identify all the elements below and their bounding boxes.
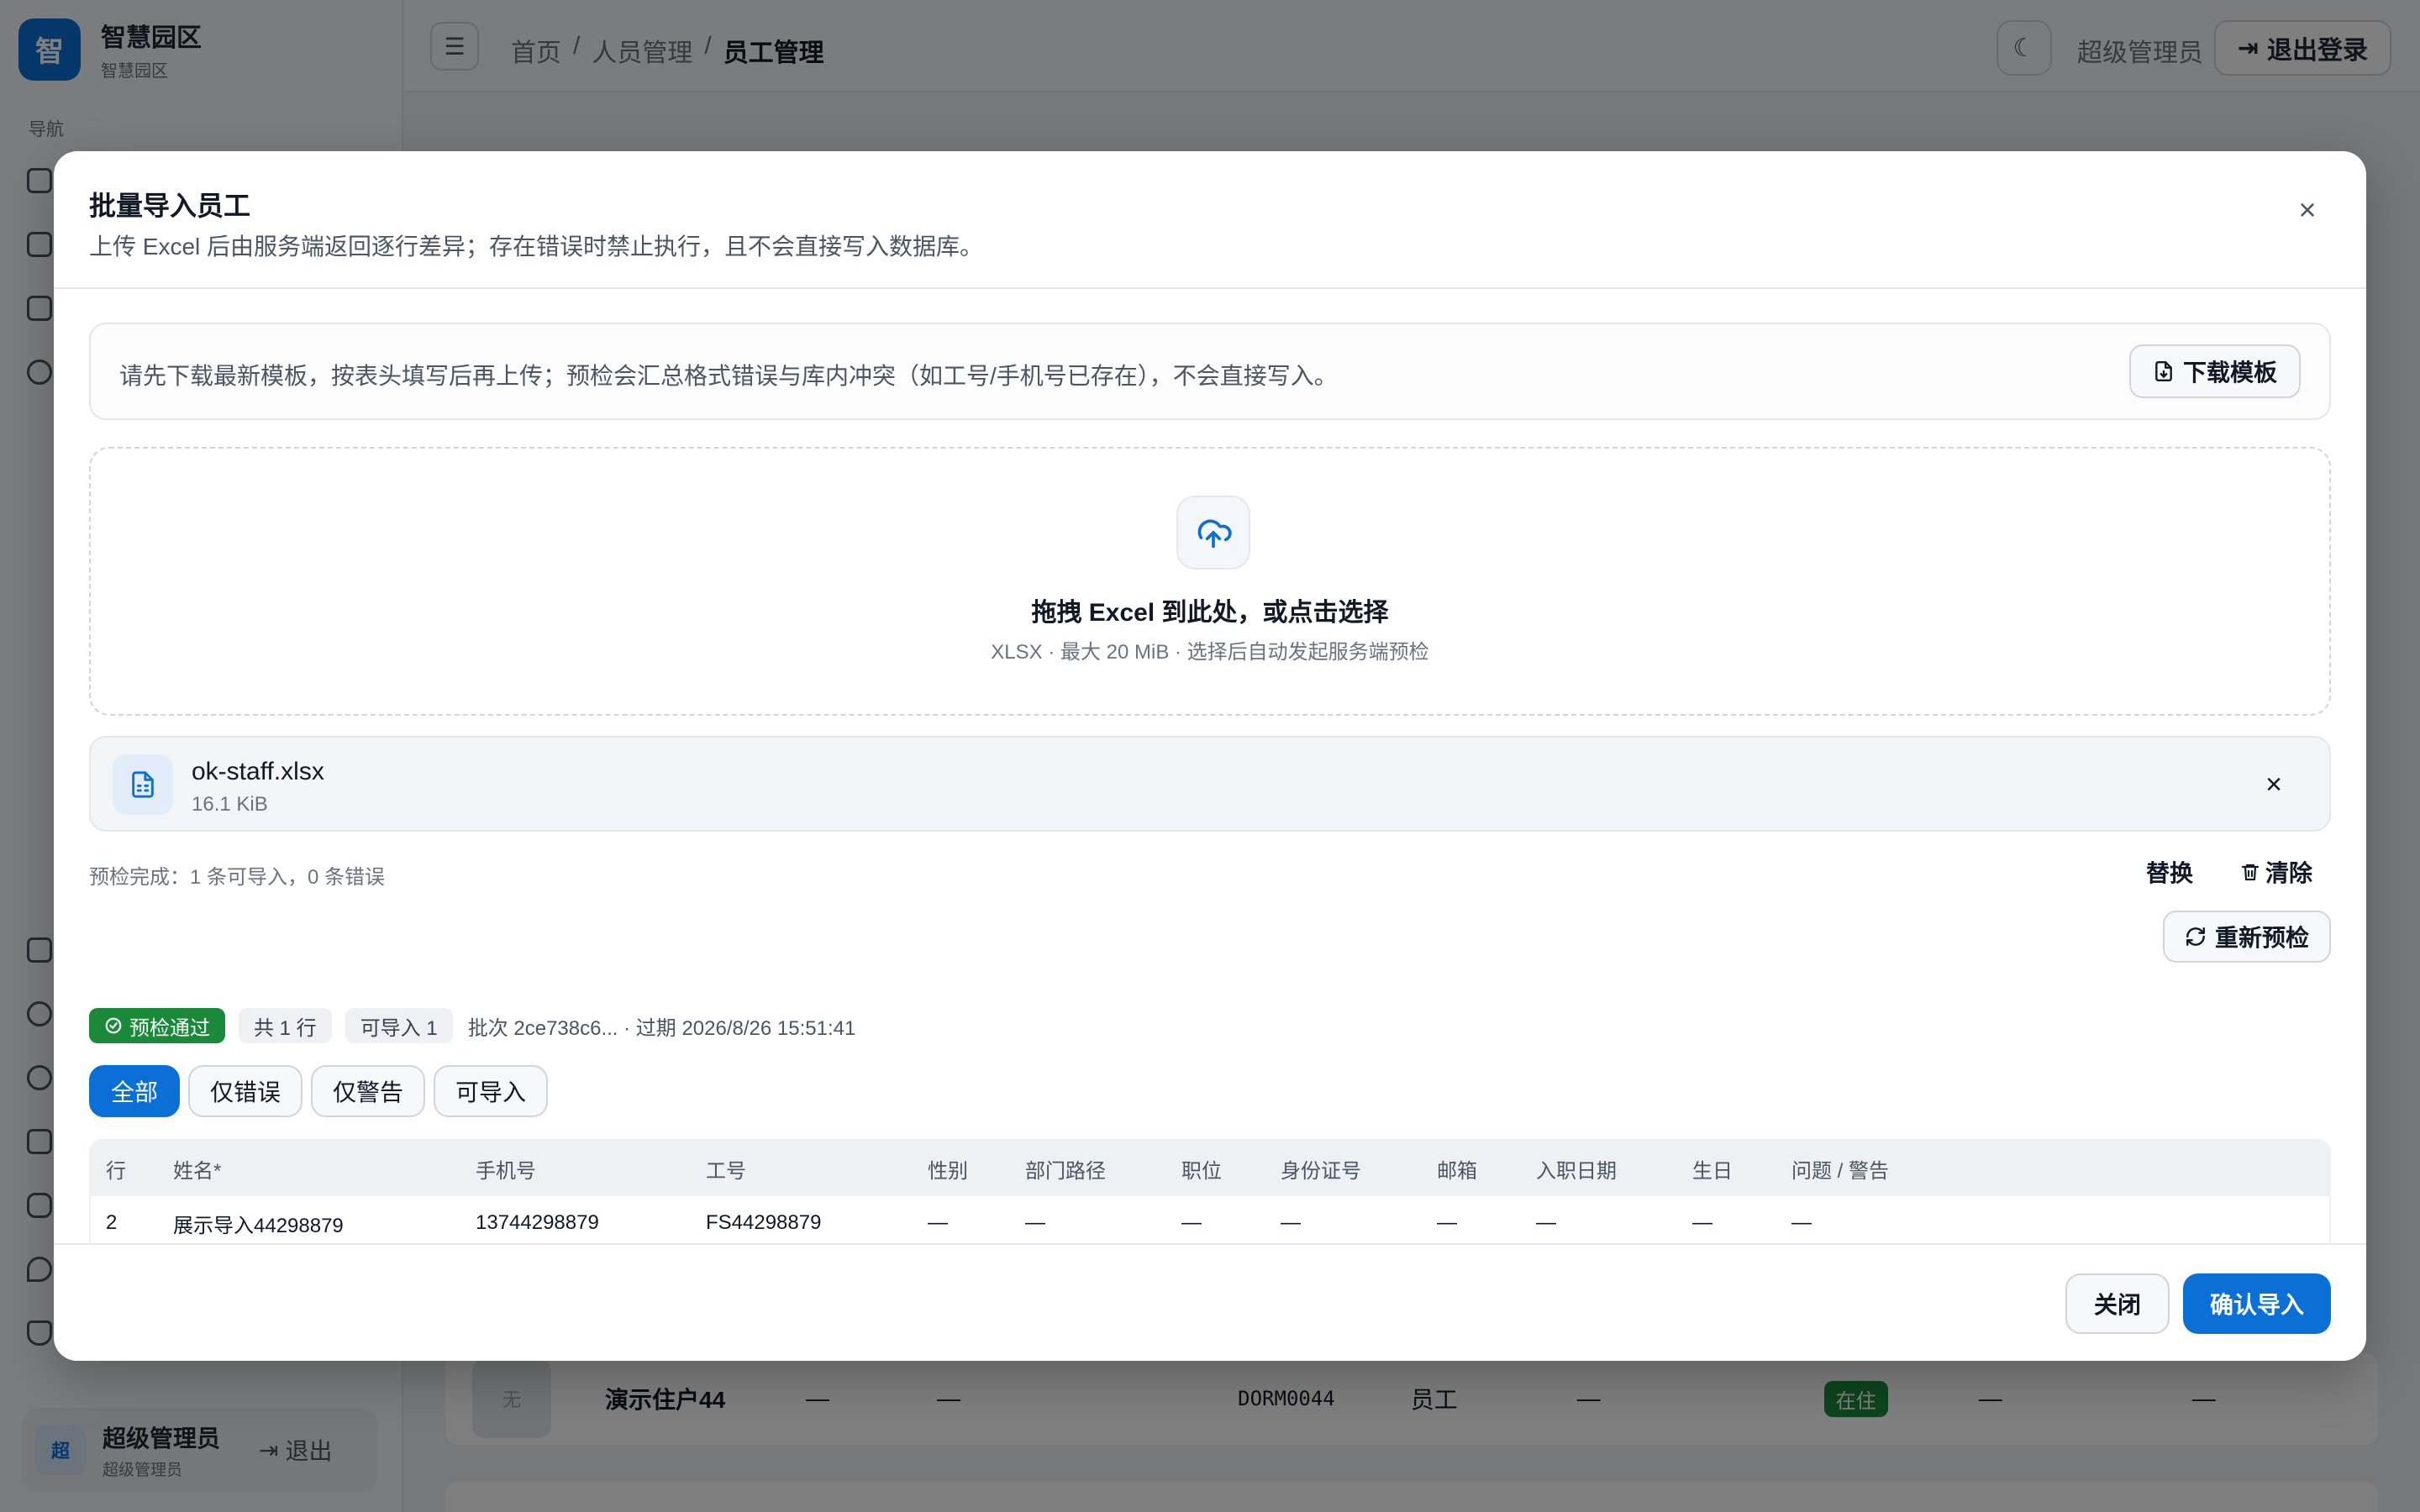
status-pass-label: 预检通过 <box>129 1016 210 1040</box>
cell-phone: 13744298879 <box>476 1211 599 1234</box>
selected-file-card: ok-staff.xlsx 16.1 KiB × <box>89 736 2331 832</box>
cell-id-number: — <box>1281 1211 1301 1234</box>
recheck-button[interactable]: 重新预检 <box>2162 911 2331 963</box>
download-template-button[interactable]: 下载模板 <box>2128 344 2301 398</box>
file-download-icon <box>2155 360 2172 382</box>
dropzone-title: 拖拽 Excel 到此处，或点击选择 <box>1031 599 1389 627</box>
file-dropzone[interactable]: 拖拽 Excel 到此处，或点击选择 XLSX · 最大 20 MiB · 选择… <box>89 447 2331 716</box>
total-rows-chip: 共 1 行 <box>239 1008 332 1043</box>
file-name: ok-staff.xlsx <box>192 758 324 785</box>
dropzone-subtitle: XLSX · 最大 20 MiB · 选择后自动发起服务端预检 <box>991 641 1429 664</box>
column-header: 工号 <box>706 1159 746 1183</box>
column-header: 性别 <box>928 1159 968 1183</box>
importable-chip: 可导入 1 <box>345 1008 453 1043</box>
template-notice: 请先下载最新模板，按表头填写后再上传；预检会汇总格式错误与库内冲突（如工号/手机… <box>89 323 2331 420</box>
column-header: 生日 <box>1692 1159 1733 1183</box>
filter-all[interactable]: 全部 <box>89 1065 181 1117</box>
status-badge: 预检通过 <box>89 1008 225 1043</box>
table-header: 行 姓名* 手机号 工号 性别 部门路径 职位 身份证号 邮箱 入职日期 生日 … <box>91 1141 2329 1196</box>
column-header: 手机号 <box>476 1159 536 1183</box>
cell-position: — <box>1181 1211 1202 1234</box>
recheck-label: 重新预检 <box>2214 925 2309 951</box>
cell-hire-date: — <box>1536 1211 1556 1234</box>
preview-table: 行 姓名* 手机号 工号 性别 部门路径 职位 身份证号 邮箱 入职日期 生日 … <box>89 1139 2331 1252</box>
filter-errors-only[interactable]: 仅错误 <box>188 1065 303 1117</box>
download-template-label: 下载模板 <box>2182 360 2277 386</box>
cell-name: 展示导入44298879 <box>173 1214 344 1237</box>
column-header: 姓名* <box>173 1159 222 1183</box>
spreadsheet-file-icon <box>113 754 173 815</box>
column-header: 邮箱 <box>1437 1159 1477 1183</box>
notice-text: 请先下载最新模板，按表头填写后再上传；预检会汇总格式错误与库内冲突（如工号/手机… <box>119 363 1338 389</box>
cell-gender: — <box>928 1211 948 1234</box>
modal-title: 批量导入员工 <box>89 191 251 221</box>
check-circle-icon <box>105 1017 122 1034</box>
clear-label: 清除 <box>2265 860 2312 886</box>
column-header: 职位 <box>1181 1159 1222 1183</box>
clear-file-button[interactable]: 清除 <box>2240 855 2312 889</box>
modal-header: 批量导入员工 上传 Excel 后由服务端返回逐行差异；存在错误时禁止执行，且不… <box>54 151 2366 289</box>
close-icon: × <box>2265 768 2282 801</box>
confirm-import-button[interactable]: 确认导入 <box>2182 1273 2331 1334</box>
cell-email: — <box>1437 1211 1457 1234</box>
column-header: 问题 / 警告 <box>1791 1159 1890 1183</box>
modal-close-button[interactable]: × <box>2291 192 2324 227</box>
cell-issues: — <box>1791 1211 1812 1234</box>
file-size: 16.1 KiB <box>192 793 268 816</box>
filter-tabs: 全部 仅错误 仅警告 可导入 <box>89 1065 549 1117</box>
batch-info: 批次 2ce738c6... · 过期 2026/8/26 15:51:41 <box>467 1016 856 1040</box>
filter-importable[interactable]: 可导入 <box>434 1065 549 1117</box>
trash-icon <box>2241 864 2260 881</box>
column-header: 部门路径 <box>1025 1159 1106 1183</box>
modal-footer: 关闭 确认导入 <box>54 1243 2366 1361</box>
remove-file-button[interactable]: × <box>2257 768 2291 801</box>
upload-cloud-icon <box>1176 496 1250 570</box>
cell-row-number: 2 <box>106 1211 118 1234</box>
close-icon: × <box>2298 192 2317 227</box>
import-modal: 批量导入员工 上传 Excel 后由服务端返回逐行差异；存在错误时禁止执行，且不… <box>54 151 2366 1361</box>
replace-file-button[interactable]: 替换 <box>2146 855 2193 889</box>
table-row: 2 展示导入44298879 13744298879 FS44298879 — … <box>91 1196 2329 1250</box>
column-header: 身份证号 <box>1281 1159 1361 1183</box>
column-header: 入职日期 <box>1536 1159 1617 1183</box>
cell-employee-id: FS44298879 <box>706 1211 822 1234</box>
refresh-icon <box>2186 927 2205 946</box>
precheck-status-row: 预检通过 共 1 行 可导入 1 批次 2ce738c6... · 过期 202… <box>89 1008 855 1043</box>
column-header: 行 <box>106 1159 126 1183</box>
precheck-summary: 预检完成：1 条可导入，0 条错误 <box>89 866 386 889</box>
cell-department: — <box>1025 1211 1045 1234</box>
cell-birthday: — <box>1692 1211 1712 1234</box>
filter-warnings-only[interactable]: 仅警告 <box>311 1065 426 1117</box>
close-button[interactable]: 关闭 <box>2065 1273 2170 1334</box>
modal-description: 上传 Excel 后由服务端返回逐行差异；存在错误时禁止执行，且不会直接写入数据… <box>89 234 984 260</box>
